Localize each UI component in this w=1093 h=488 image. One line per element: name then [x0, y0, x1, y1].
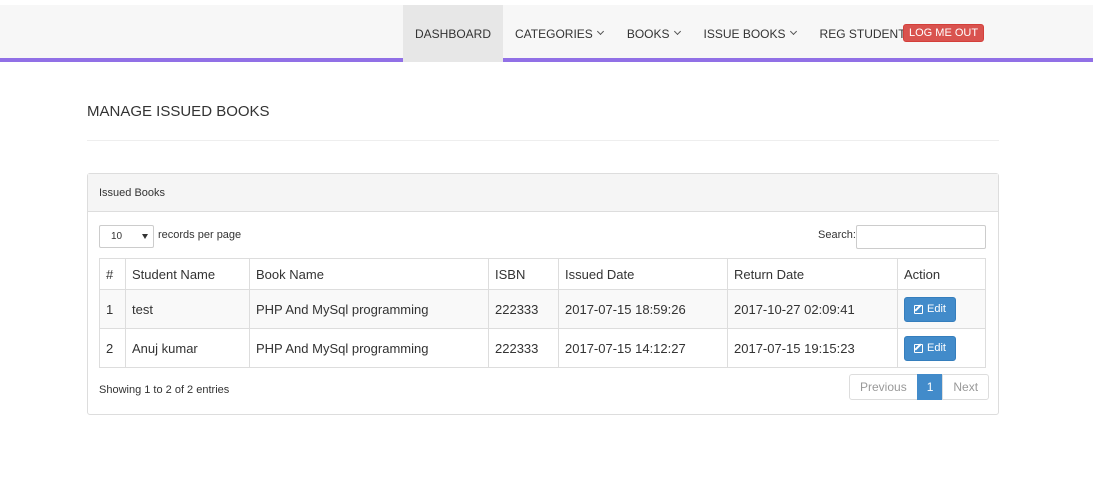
search-input[interactable] [856, 225, 986, 249]
divider [87, 140, 999, 141]
issued-books-panel: Issued Books 10 records per page Search:… [87, 173, 999, 415]
nav-reg-students-label: REG STUDENTS [819, 26, 914, 41]
table-header-row: # Student Name Book Name ISBN Issued Dat… [99, 258, 986, 290]
search-label: Search: [818, 229, 856, 241]
logout-button[interactable]: LOG ME OUT [903, 24, 985, 42]
column-header-return-date[interactable]: Return Date [727, 258, 898, 290]
panel-heading: Issued Books [88, 174, 998, 212]
cell-return-date: 2017-07-15 19:15:23 [727, 328, 898, 368]
cell-book-name: PHP And MySql programming [249, 328, 489, 368]
cell-return-date: 2017-10-27 02:09:41 [727, 289, 898, 329]
nav-menu: DASHBOARD CATEGORIES BOOKS ISSUE BOOKS R… [403, 5, 926, 62]
edit-button-label: Edit [927, 303, 946, 315]
records-per-page-value: 10 [111, 231, 123, 242]
nav-issue-books[interactable]: ISSUE BOOKS [692, 5, 808, 62]
cell-issued-date: 2017-07-15 18:59:26 [558, 289, 728, 329]
edit-icon [914, 343, 923, 353]
chevron-down-icon [596, 27, 604, 36]
cell-isbn: 222333 [488, 289, 559, 329]
nav-dashboard[interactable]: DASHBOARD [403, 5, 504, 62]
page-title: MANAGE ISSUED BOOKS [87, 103, 270, 120]
column-header-action[interactable]: Action [897, 258, 986, 290]
nav-dashboard-label: DASHBOARD [415, 26, 492, 41]
cell-number: 1 [99, 289, 126, 329]
column-header-number[interactable]: # [99, 258, 126, 290]
issued-books-table: # Student Name Book Name ISBN Issued Dat… [99, 258, 986, 368]
next-page-button[interactable]: Next [942, 374, 990, 400]
table-row: 1 test PHP And MySql programming 222333 … [99, 289, 986, 329]
top-navbar: DASHBOARD CATEGORIES BOOKS ISSUE BOOKS R… [0, 5, 1093, 62]
edit-button[interactable]: Edit [904, 335, 956, 361]
page-1-button[interactable]: 1 [916, 374, 944, 400]
cell-student-name: test [125, 289, 250, 329]
edit-button-label: Edit [927, 342, 946, 354]
cell-student-name: Anuj kumar [125, 328, 250, 368]
table-row: 2 Anuj kumar PHP And MySql programming 2… [99, 328, 986, 368]
chevron-down-icon [673, 27, 681, 36]
cell-issued-date: 2017-07-15 14:12:27 [558, 328, 728, 368]
column-header-book-name[interactable]: Book Name [249, 258, 489, 290]
nav-categories-label: CATEGORIES [515, 26, 593, 41]
nav-issue-books-label: ISSUE BOOKS [703, 26, 786, 41]
edit-icon [914, 304, 923, 314]
cell-action: Edit [897, 289, 986, 329]
pagination: Previous 1 Next [849, 374, 990, 400]
select-arrow-icon [142, 234, 148, 239]
chevron-down-icon [789, 27, 797, 36]
table-info-text: Showing 1 to 2 of 2 entries [99, 384, 230, 396]
previous-page-button[interactable]: Previous [849, 374, 918, 400]
cell-isbn: 222333 [488, 328, 559, 368]
column-header-issued-date[interactable]: Issued Date [558, 258, 728, 290]
column-header-student-name[interactable]: Student Name [125, 258, 250, 290]
edit-button[interactable]: Edit [904, 296, 956, 322]
column-header-isbn[interactable]: ISBN [488, 258, 559, 290]
nav-books-label: BOOKS [626, 26, 670, 41]
records-per-page-label: records per page [158, 229, 242, 241]
cell-action: Edit [897, 328, 986, 368]
cell-book-name: PHP And MySql programming [249, 289, 489, 329]
records-per-page-select[interactable]: 10 [99, 225, 154, 248]
nav-categories[interactable]: CATEGORIES [503, 5, 615, 62]
cell-number: 2 [99, 328, 126, 368]
nav-books[interactable]: BOOKS [615, 5, 692, 62]
